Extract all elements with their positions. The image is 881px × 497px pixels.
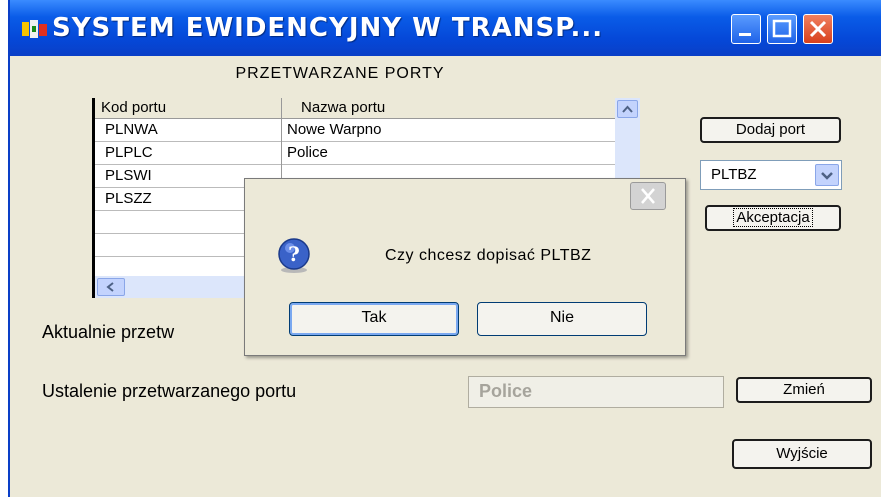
window-title: SYSTEM EWIDENCYJNY W TRANSP... — [52, 13, 604, 43]
dropdown-button[interactable] — [815, 164, 839, 186]
table-cell: PLSZZ — [105, 190, 152, 207]
column-header-code[interactable]: Kod portu — [101, 98, 166, 118]
minimize-icon — [739, 33, 751, 36]
table-row[interactable]: PLPLC Police — [95, 142, 615, 165]
dialog-message: Czy chcesz dopisać PLTBZ — [385, 247, 592, 264]
yes-button[interactable]: Tak — [289, 302, 459, 336]
chevron-left-icon — [106, 282, 114, 292]
title-bar[interactable]: SYSTEM EWIDENCYJNY W TRANSP... — [10, 0, 881, 56]
scroll-up-button[interactable] — [617, 100, 638, 118]
svg-text:?: ? — [288, 242, 300, 266]
exit-button[interactable]: Wyjście — [732, 439, 872, 469]
minimize-button[interactable] — [731, 14, 761, 44]
table-cell: PLNWA — [105, 121, 158, 138]
close-icon — [641, 188, 655, 204]
close-icon — [809, 20, 827, 38]
app-icon — [22, 20, 47, 38]
table-row[interactable]: PLNWA Nowe Warpno — [95, 119, 615, 142]
current-port-field: Police — [468, 376, 724, 408]
port-code-select[interactable]: PLTBZ — [700, 160, 842, 190]
confirm-dialog: ? Czy chcesz dopisać PLTBZ Tak Nie — [244, 178, 686, 356]
dialog-close-button[interactable] — [630, 182, 666, 210]
table-header: Kod portu Nazwa portu — [95, 98, 615, 119]
maximize-icon — [772, 19, 792, 38]
current-port-label: Aktualnie przetw — [42, 322, 175, 342]
accept-button-label: Akceptacja — [733, 208, 813, 227]
maximize-button[interactable] — [767, 14, 797, 44]
change-button[interactable]: Zmień — [736, 377, 872, 403]
table-cell: PLSWI — [105, 167, 152, 184]
current-port-value: Police — [479, 381, 533, 401]
add-port-button[interactable]: Dodaj port — [700, 117, 841, 143]
main-window: SYSTEM EWIDENCYJNY W TRANSP... PRZETWARZ… — [8, 0, 881, 497]
table-cell: PLPLC — [105, 144, 153, 161]
port-code-select-value: PLTBZ — [711, 166, 757, 183]
table-cell: Nowe Warpno — [287, 121, 382, 138]
question-icon: ? — [278, 238, 310, 273]
chevron-up-icon — [622, 105, 633, 113]
ports-group-label: PRZETWARZANE PORTY — [176, 62, 504, 86]
set-port-label: Ustalenie przetwarzanego portu — [42, 381, 297, 401]
table-cell: Police — [287, 144, 328, 161]
chevron-down-icon — [821, 172, 833, 180]
column-header-name[interactable]: Nazwa portu — [301, 98, 385, 118]
scroll-left-button[interactable] — [97, 278, 125, 296]
accept-button[interactable]: Akceptacja — [705, 205, 841, 231]
no-button[interactable]: Nie — [477, 302, 647, 336]
close-button[interactable] — [803, 14, 833, 44]
